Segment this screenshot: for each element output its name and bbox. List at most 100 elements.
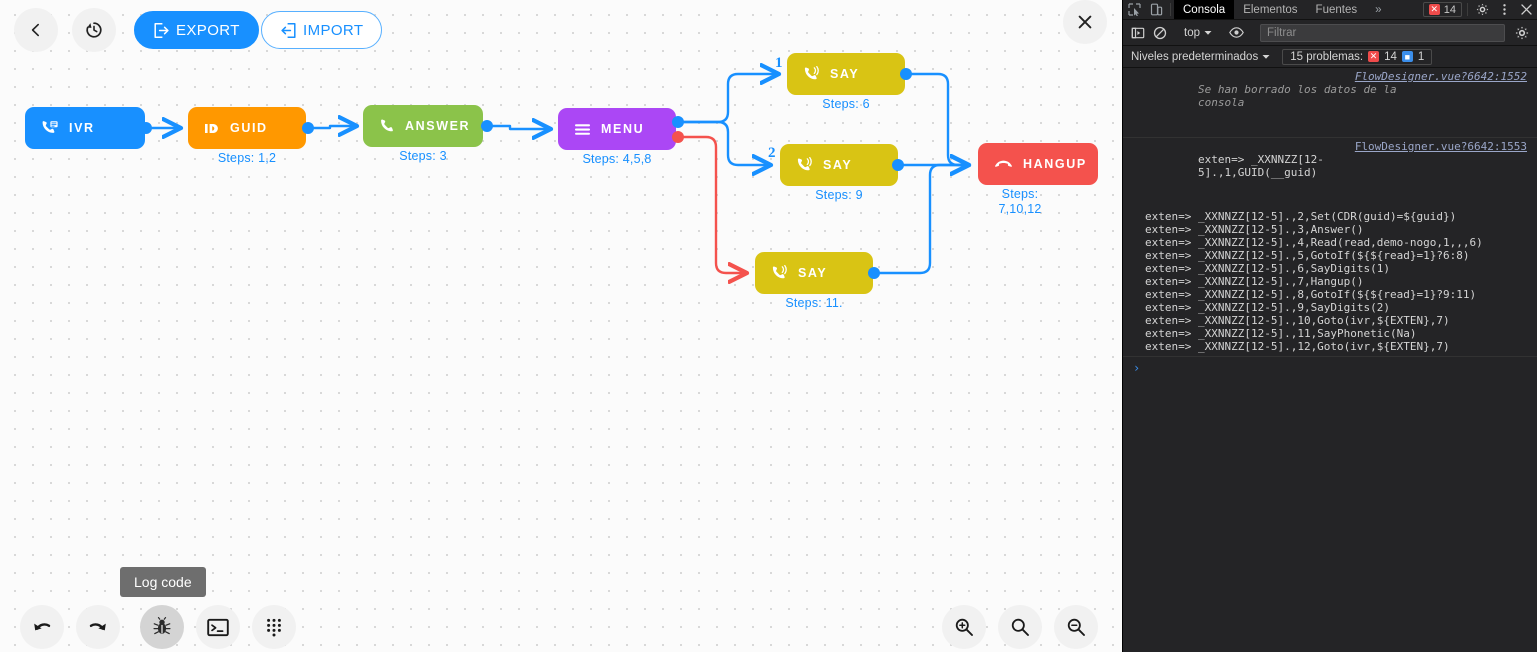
console-prompt[interactable]: › [1123,357,1537,379]
search-icon [1010,617,1030,637]
undo-icon [32,619,52,635]
terminal-button[interactable] [196,605,240,649]
back-button[interactable] [14,8,58,52]
console-log-list[interactable]: Se han borrado los datos de la consola F… [1123,68,1537,357]
history-button[interactable] [72,8,116,52]
export-button[interactable]: EXPORT [134,11,259,49]
error-badge-icon: ✕ [1368,51,1379,62]
js-context-select[interactable]: top [1178,27,1218,39]
device-toolbar-icon[interactable] [1145,0,1167,19]
port-say1-out[interactable] [900,68,912,80]
undo-button[interactable] [20,605,64,649]
close-icon [1076,13,1094,31]
flow-canvas[interactable]: EXPORT IMPORT [0,0,1122,652]
console-row-entry: exten=> _XXNNZZ[12-5].,1,GUID(__guid) Fl… [1123,138,1537,207]
flow-node-say-3[interactable]: SAY [755,252,873,294]
console-toolbar: top [1123,20,1537,46]
more-options-icon[interactable] [1493,0,1515,19]
port-menu-out-1[interactable] [672,116,684,128]
console-row-plain: exten=> _XXNNZZ[12-5].,11,SayPhonetic(Na… [1123,327,1537,340]
tabbar-spacer [1391,0,1421,19]
import-icon [280,22,297,39]
debug-log-code-button[interactable] [140,605,184,649]
console-row-plain: exten=> _XXNNZZ[12-5].,5,GotoIf(${${read… [1123,249,1537,262]
console-levels-bar: Niveles predeterminados 15 problemas: ✕ … [1123,46,1537,68]
console-row-text: exten=> _XXNNZZ[12-5].,1,GUID(__guid) [1198,153,1373,179]
log-levels-label: Niveles predeterminados [1131,51,1258,63]
flow-node-steps: Steps: 1,2 [188,151,306,166]
devtools-tabbar: Consola Elementos Fuentes » ✕ 14 [1123,0,1537,20]
export-label: EXPORT [176,22,240,39]
redo-button[interactable] [76,605,120,649]
import-label: IMPORT [303,22,363,39]
flow-node-steps: Steps: 3 [363,149,483,164]
zoom-in-button[interactable] [942,605,986,649]
port-say2-out[interactable] [892,159,904,171]
branch-label-2: 2 [768,145,776,162]
edge-say1-hangup [906,74,968,165]
console-row-plain: exten=> _XXNNZZ[12-5].,4,Read(read,demo-… [1123,236,1537,249]
port-answer-out[interactable] [481,120,493,132]
info-badge-icon: ■ [1402,51,1413,62]
inspect-element-icon[interactable] [1123,0,1145,19]
tab-more-button[interactable]: » [1366,0,1390,19]
edge-guid-answer [313,126,356,128]
zoom-out-button[interactable] [1054,605,1098,649]
flow-node-steps: Steps: 7,10,12 [978,187,1062,217]
phone-icon [379,118,395,134]
console-row-text: Se han borrado los datos de la consola [1198,83,1398,109]
hamburger-icon [574,123,591,136]
flow-node-label: HANGUP [1023,158,1087,171]
import-button[interactable]: IMPORT [261,11,382,49]
keypad-button[interactable] [252,605,296,649]
console-row-plain: exten=> _XXNNZZ[12-5].,10,Goto(ivr,${EXT… [1123,314,1537,327]
terminal-icon [207,618,229,637]
console-row-plain: exten=> _XXNNZZ[12-5].,8,GotoIf(${${read… [1123,288,1537,301]
console-row-plain: exten=> _XXNNZZ[12-5].,2,Set(CDR(guid)=$… [1123,207,1537,223]
console-row-source[interactable]: FlowDesigner.vue?6642:1552 [1355,70,1527,83]
problems-summary[interactable]: 15 problemas: ✕ 14 ■ 1 [1282,49,1432,65]
error-badge-icon: ✕ [1429,4,1440,15]
tab-elements[interactable]: Elementos [1234,0,1306,19]
flow-node-label: SAY [830,68,859,81]
tab-console[interactable]: Consola [1174,0,1234,19]
flow-node-menu[interactable]: MENU [558,108,676,150]
port-menu-out-2[interactable] [672,131,684,143]
gear-icon[interactable] [1471,0,1493,19]
error-count-label: 14 [1444,4,1456,16]
flow-node-answer[interactable]: ANSWER [363,105,483,147]
console-row-plain: exten=> _XXNNZZ[12-5].,7,Hangup() [1123,275,1537,288]
console-filter-input[interactable] [1260,24,1505,42]
console-settings-gear-icon[interactable] [1511,26,1533,40]
bug-icon [152,617,172,637]
flow-node-steps: Steps: 9 [780,188,898,203]
flow-node-guid[interactable]: GUID [188,107,306,149]
flow-node-say-2[interactable]: SAY [780,144,898,186]
zoom-in-icon [954,617,974,637]
branch-label-1: 1 [775,55,783,72]
app-root: EXPORT IMPORT [0,0,1537,652]
port-say3-out[interactable] [868,267,880,279]
live-expression-eye-icon[interactable] [1225,27,1247,38]
clear-console-icon[interactable] [1149,26,1171,40]
port-ivr-out[interactable] [140,122,152,134]
port-guid-out[interactable] [302,122,314,134]
log-levels-select[interactable]: Niveles predeterminados [1131,51,1270,63]
flow-node-say-1[interactable]: SAY [787,53,905,95]
flow-node-label: MENU [601,123,644,136]
flow-node-ivr[interactable]: IVR [25,107,145,149]
close-devtools-icon[interactable] [1515,0,1537,19]
chevron-down-icon [1204,30,1212,36]
tab-sources[interactable]: Fuentes [1307,0,1367,19]
console-row-source[interactable]: FlowDesigner.vue?6642:1553 [1355,140,1527,153]
phone-ivr-icon [41,120,59,136]
export-icon [153,22,170,39]
js-context-value: top [1184,27,1200,39]
console-sidebar-icon[interactable] [1127,26,1149,40]
close-flow-button[interactable] [1063,0,1107,44]
error-count-chip[interactable]: ✕ 14 [1423,2,1462,17]
zoom-reset-button[interactable] [998,605,1042,649]
console-row-plain: exten=> _XXNNZZ[12-5].,9,SayDigits(2) [1123,301,1537,314]
flow-node-label: GUID [230,122,268,135]
flow-node-hangup[interactable]: HANGUP [978,143,1098,185]
